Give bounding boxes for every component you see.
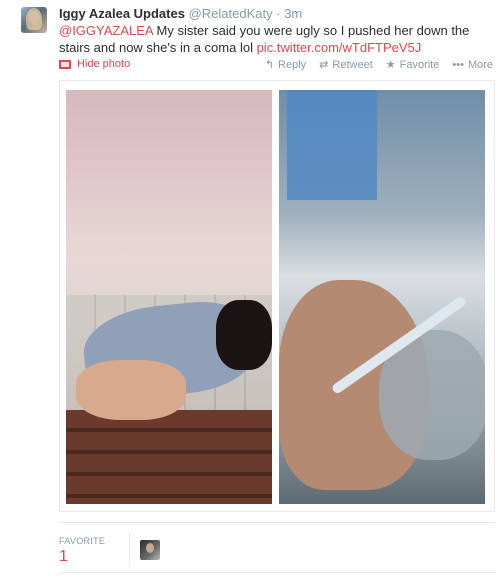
tweet-actions: Hide photo ↰ Reply ⇄ Retweet ★ Favorite … — [59, 58, 495, 74]
tweet-time[interactable]: 3m — [284, 6, 302, 21]
reply-label: Reply — [278, 58, 307, 71]
favorite-stat-label: FAVORITE — [59, 536, 106, 546]
more-label: More — [467, 58, 493, 71]
tweet-stats: FAVORITE 1 — [59, 530, 495, 570]
author-handle[interactable]: @RelatedKaty — [189, 6, 273, 21]
favorite-stat-count[interactable]: 1 — [59, 548, 68, 566]
more-dots-icon: ••• — [452, 58, 464, 71]
photo-right[interactable] — [279, 90, 485, 504]
photo-stairs — [66, 410, 272, 504]
retweet-button[interactable]: ⇄ Retweet — [319, 58, 373, 72]
photo-icon — [59, 59, 71, 69]
pic-link[interactable]: pic.twitter.com/wTdFTPeV5J — [257, 40, 422, 55]
hide-photo-label: Hide photo — [77, 58, 131, 70]
retweet-icon: ⇄ — [319, 59, 329, 71]
avatar-face — [29, 11, 40, 25]
action-group: ↰ Reply ⇄ Retweet ★ Favorite ••• More — [264, 58, 493, 72]
tweet: Iggy Azalea Updates @RelatedKaty · 3m @I… — [0, 0, 500, 576]
time-separator: · — [276, 6, 281, 21]
mention-link[interactable]: @IGGYAZALEA — [59, 23, 153, 38]
retweet-label: Retweet — [332, 58, 373, 71]
bottom-divider — [59, 572, 495, 573]
stats-separator — [129, 532, 130, 566]
photo-left[interactable] — [66, 90, 272, 504]
author-name[interactable]: Iggy Azalea Updates — [59, 6, 185, 21]
author-avatar[interactable] — [21, 7, 47, 33]
tweet-header: Iggy Azalea Updates @RelatedKaty · 3m — [59, 6, 499, 22]
photo-hair — [216, 300, 272, 370]
photo-legs — [76, 360, 186, 420]
stats-divider — [59, 522, 495, 523]
favoriter-avatar-face — [146, 543, 154, 553]
media-container — [59, 80, 495, 512]
favoriter-avatar[interactable] — [140, 540, 160, 560]
reply-button[interactable]: ↰ Reply — [264, 58, 307, 72]
star-icon: ★ — [385, 59, 396, 71]
more-button[interactable]: ••• More — [452, 58, 493, 71]
favorite-label: Favorite — [399, 58, 440, 71]
favorite-button[interactable]: ★ Favorite — [385, 58, 440, 72]
photo-window — [287, 90, 377, 200]
hide-photo-button[interactable]: Hide photo — [59, 58, 130, 70]
tweet-text: @IGGYAZALEA My sister said you were ugly… — [59, 22, 495, 56]
reply-icon: ↰ — [264, 59, 275, 71]
